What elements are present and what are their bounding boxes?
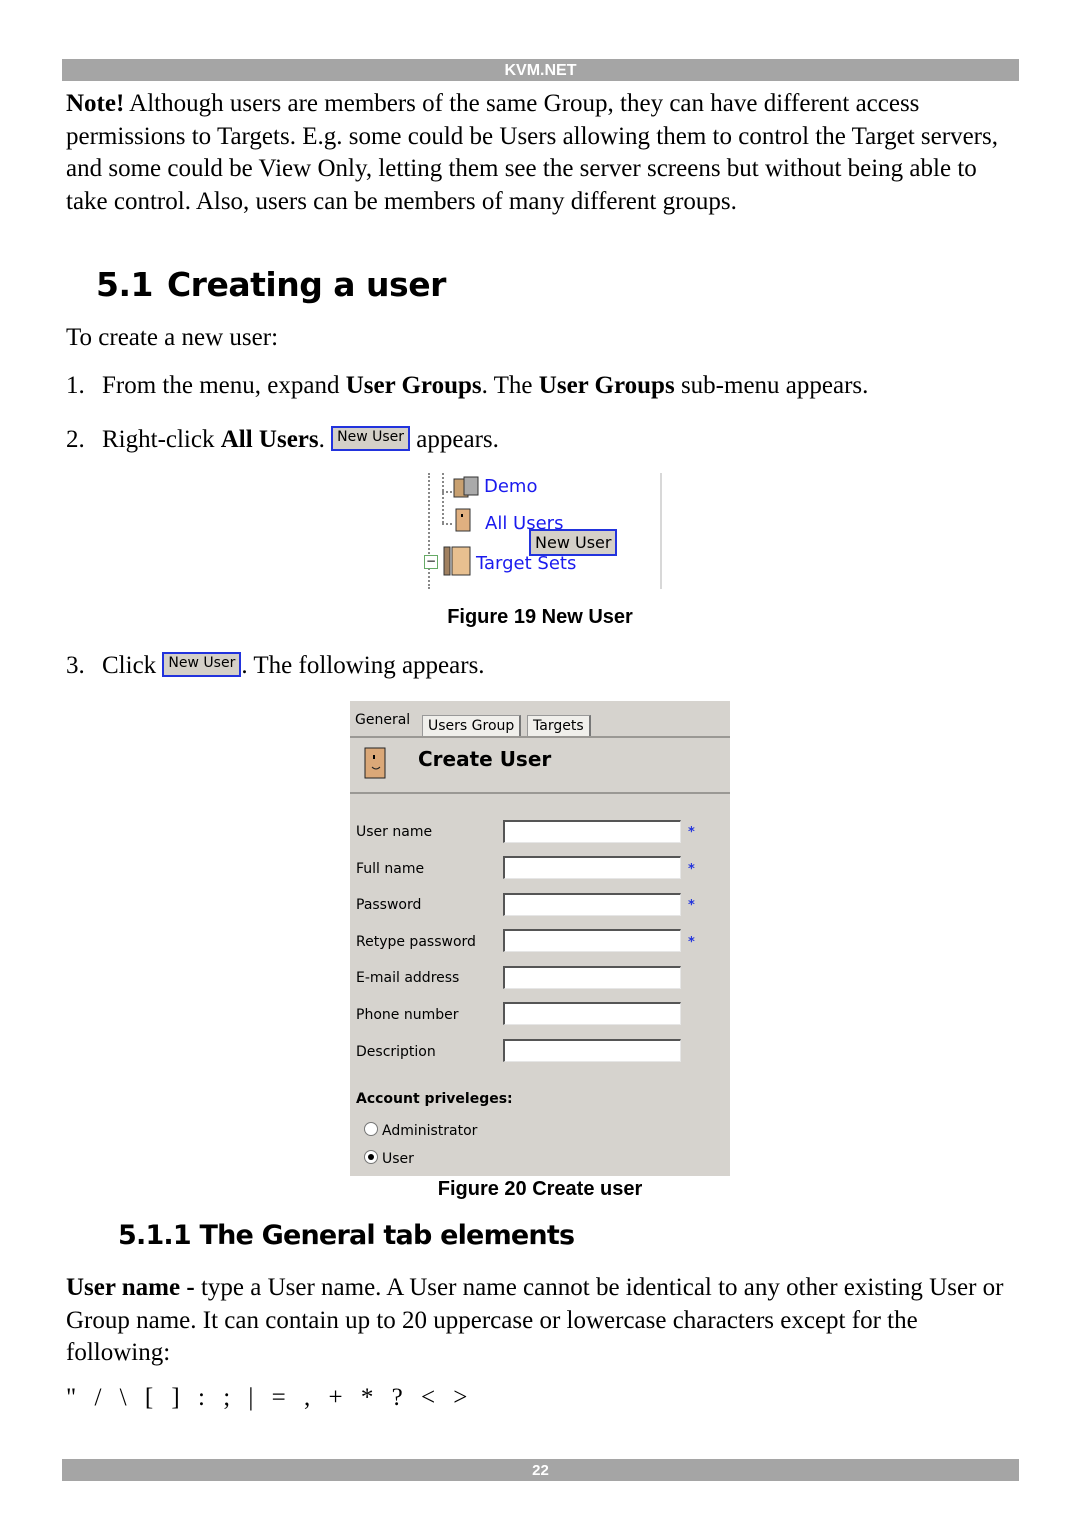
description-input[interactable]: [503, 1039, 681, 1062]
new-user-button[interactable]: New User: [162, 652, 242, 677]
tree-line: [442, 523, 452, 525]
full-name-input[interactable]: [503, 856, 681, 879]
phone-input[interactable]: [503, 1002, 681, 1025]
user-icon: [455, 508, 471, 532]
required-marker: *: [688, 935, 695, 950]
label-description: Description: [356, 1044, 436, 1060]
note-text: Although users are members of the same G…: [66, 90, 998, 215]
step-bold: User Groups: [538, 372, 675, 399]
footer-bar: 22: [62, 1459, 1019, 1481]
header-bar: KVM.NET: [62, 59, 1019, 81]
user-icon: [364, 747, 386, 779]
step-bold: User Groups: [345, 372, 482, 399]
tab-bar: General Users Group Targets: [350, 707, 730, 737]
new-user-button[interactable]: New User: [331, 426, 411, 451]
section-number: 5.1: [96, 265, 153, 304]
label-user-name: User name: [356, 824, 433, 840]
radio-administrator[interactable]: Administrator: [364, 1122, 477, 1139]
user-name-input[interactable]: [503, 820, 681, 843]
page-number: 22: [532, 1462, 549, 1479]
step-text: Click: [102, 652, 163, 679]
step-text: From the menu, expand: [102, 372, 346, 399]
step-2: 2. Right-click All Users. New User appear…: [66, 426, 499, 454]
divider: [350, 736, 730, 738]
label-full-name: Full name: [356, 861, 425, 877]
radio-label: User: [382, 1151, 414, 1167]
step-text: .: [318, 426, 332, 453]
tree-line: [428, 473, 430, 589]
group-icon: [453, 476, 479, 498]
intro-text: To create a new user:: [66, 324, 279, 351]
tab-users-group[interactable]: Users Group: [422, 715, 522, 737]
forbidden-characters: " / \ [ ] : ; | = , + * ? < >: [66, 1384, 471, 1411]
note-label: Note!: [66, 90, 125, 117]
figure-19-caption: Figure 19 New User: [447, 606, 633, 628]
tab-general[interactable]: General: [350, 710, 415, 730]
step-number: 3.: [66, 652, 85, 679]
radio-label: Administrator: [382, 1123, 478, 1139]
desc-text: type a User name. A User name cannot be …: [66, 1274, 1004, 1367]
label-retype-password: Retype password: [356, 934, 476, 950]
radio-button-checked[interactable]: [364, 1150, 378, 1164]
retype-password-input[interactable]: [503, 929, 681, 952]
required-marker: *: [688, 898, 695, 913]
figure-19-tree: Demo All Users − Target Sets New User: [418, 473, 662, 589]
step-number: 1.: [66, 372, 85, 399]
step-text: appears.: [410, 426, 499, 453]
step-number: 2.: [66, 426, 85, 453]
step-3: 3. Click New User. The following appears.: [66, 652, 485, 680]
tree-item-demo[interactable]: Demo: [484, 476, 537, 497]
step-1: 1. From the menu, expand User Groups. The…: [66, 372, 868, 400]
context-menu-new-user[interactable]: New User: [529, 529, 618, 556]
radio-button[interactable]: [364, 1122, 378, 1136]
section-title: Creating a user: [166, 265, 446, 304]
required-marker: *: [688, 825, 695, 840]
figure-20-caption: Figure 20 Create user: [437, 1178, 643, 1200]
step-text: sub-menu appears.: [674, 372, 869, 399]
target-sets-icon: [443, 546, 471, 576]
panel-title: Create User: [418, 747, 552, 771]
tree-line: [442, 473, 444, 523]
password-input[interactable]: [503, 893, 681, 916]
radio-user[interactable]: User: [364, 1150, 414, 1167]
subsection-heading: 5.1.1 The General tab elements: [118, 1220, 575, 1251]
tree-line: [442, 491, 452, 493]
label-phone: Phone number: [356, 1007, 459, 1023]
collapse-icon[interactable]: −: [424, 555, 438, 569]
label-email: E-mail address: [356, 970, 460, 986]
label-password: Password: [356, 897, 422, 913]
note-paragraph: Note! Although users are members of the …: [66, 88, 1021, 218]
privileges-label: Account priveleges:: [356, 1091, 513, 1107]
create-user-panel: General Users Group Targets Create User …: [350, 701, 730, 1176]
header-title: KVM.NET: [504, 62, 577, 79]
step-text: . The: [481, 372, 539, 399]
user-name-description: User name - type a User name. A User nam…: [66, 1272, 1021, 1370]
section-heading: 5.1 Creating a user: [96, 265, 446, 304]
tab-targets[interactable]: Targets: [527, 715, 591, 737]
subsection-number: 5.1.1: [118, 1220, 192, 1251]
tree-item-target-sets[interactable]: Target Sets: [476, 553, 576, 574]
desc-label: User name -: [66, 1274, 195, 1301]
step-text: . The following appears.: [241, 652, 485, 679]
email-input[interactable]: [503, 966, 681, 989]
required-marker: *: [688, 862, 695, 877]
subsection-title: The General tab elements: [199, 1220, 575, 1251]
step-bold: All Users: [220, 426, 319, 453]
divider: [350, 792, 730, 794]
step-text: Right-click: [102, 426, 221, 453]
